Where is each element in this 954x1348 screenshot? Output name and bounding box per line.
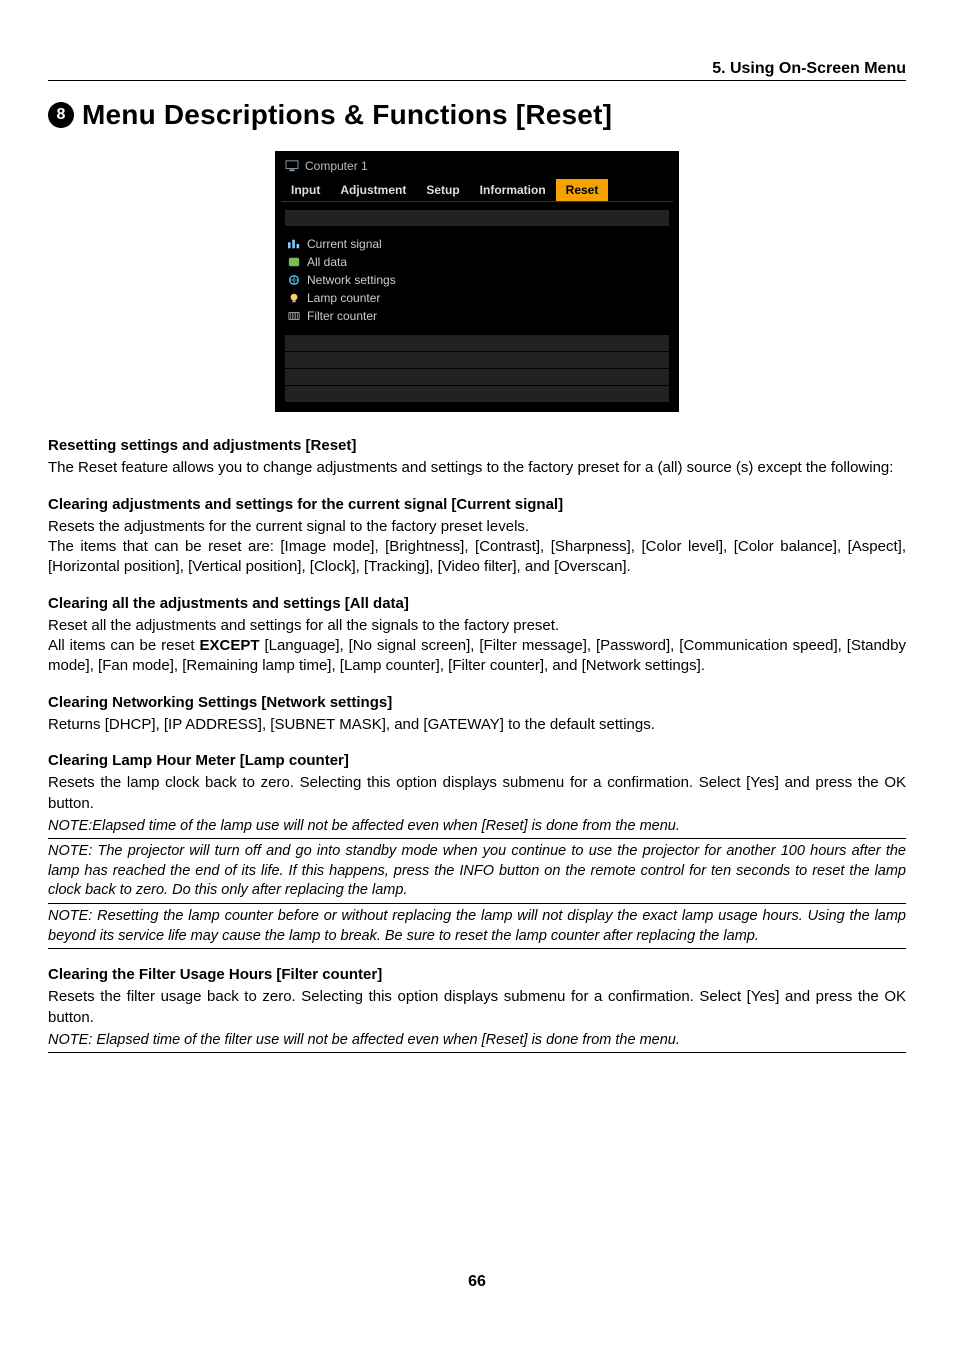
- note: NOTE: Elapsed time of the filter use wil…: [48, 1030, 906, 1054]
- globe-icon: [287, 274, 301, 286]
- except-word: EXCEPT: [199, 637, 259, 654]
- para: Resets the lamp clock back to zero. Sele…: [48, 773, 906, 814]
- osd-item-current-signal[interactable]: Current signal: [287, 235, 667, 253]
- osd-item-list: Current signal All data Network settings…: [285, 227, 669, 335]
- data-icon: [287, 256, 301, 268]
- tab-input[interactable]: Input: [281, 179, 330, 201]
- filter-icon: [287, 310, 301, 322]
- osd-footer: [285, 335, 669, 402]
- note: NOTE:Elapsed time of the lamp use will n…: [48, 816, 906, 840]
- heading-filter-counter: Clearing the Filter Usage Hours [Filter …: [48, 965, 906, 985]
- osd-decor-strip: [285, 335, 669, 351]
- page-title-row: 8 Menu Descriptions & Functions [Reset]: [48, 99, 906, 131]
- osd-decor-strip: [285, 386, 669, 402]
- note: NOTE: Resetting the lamp counter before …: [48, 906, 906, 949]
- para: Returns [DHCP], [IP ADDRESS], [SUBNET MA…: [48, 715, 906, 735]
- osd-source-row: Computer 1: [281, 157, 673, 179]
- signal-icon: [287, 238, 301, 250]
- osd-item-network-settings[interactable]: Network settings: [287, 271, 667, 289]
- heading-all-data: Clearing all the adjustments and setting…: [48, 594, 906, 614]
- tab-setup[interactable]: Setup: [416, 179, 469, 201]
- tab-reset[interactable]: Reset: [556, 179, 609, 201]
- para: Reset all the adjustments and settings f…: [48, 616, 906, 636]
- content: Resetting settings and adjustments [Rese…: [48, 436, 906, 1053]
- osd-item-label: Lamp counter: [307, 291, 380, 305]
- osd-source-label: Computer 1: [305, 159, 368, 173]
- para: The Reset feature allows you to change a…: [48, 458, 906, 478]
- heading-network-settings: Clearing Networking Settings [Network se…: [48, 693, 906, 713]
- osd-item-lamp-counter[interactable]: Lamp counter: [287, 289, 667, 307]
- heading-reset: Resetting settings and adjustments [Rese…: [48, 436, 906, 456]
- osd-decor-strip: [285, 369, 669, 385]
- osd-decor-strip: [285, 210, 669, 226]
- osd-item-label: All data: [307, 255, 347, 269]
- monitor-icon: [285, 160, 299, 172]
- osd-screenshot: Computer 1 Input Adjustment Setup Inform…: [275, 151, 679, 412]
- osd-item-label: Filter counter: [307, 309, 377, 323]
- tab-adjustment[interactable]: Adjustment: [330, 179, 416, 201]
- page-number: 66: [48, 1273, 906, 1291]
- para: Resets the filter usage back to zero. Se…: [48, 987, 906, 1028]
- section-number-badge: 8: [48, 102, 74, 128]
- osd-body: Current signal All data Network settings…: [281, 202, 673, 406]
- para: Resets the adjustments for the current s…: [48, 517, 906, 537]
- header-rule: [48, 80, 906, 81]
- osd-item-filter-counter[interactable]: Filter counter: [287, 307, 667, 325]
- para-except: All items can be reset EXCEPT [Language]…: [48, 636, 906, 677]
- heading-lamp-counter: Clearing Lamp Hour Meter [Lamp counter]: [48, 751, 906, 771]
- osd-decor-strip: [285, 352, 669, 368]
- osd-tabs: Input Adjustment Setup Information Reset: [281, 179, 673, 202]
- tab-information[interactable]: Information: [470, 179, 556, 201]
- osd-item-label: Network settings: [307, 273, 396, 287]
- osd-item-label: Current signal: [307, 237, 382, 251]
- lamp-icon: [287, 292, 301, 304]
- text: All items can be reset: [48, 637, 199, 654]
- running-header: 5. Using On-Screen Menu: [48, 60, 906, 80]
- osd-item-all-data[interactable]: All data: [287, 253, 667, 271]
- heading-current-signal: Clearing adjustments and settings for th…: [48, 495, 906, 515]
- note: NOTE: The projector will turn off and go…: [48, 841, 906, 904]
- page-title: Menu Descriptions & Functions [Reset]: [82, 99, 612, 131]
- para: The items that can be reset are: [Image …: [48, 537, 906, 578]
